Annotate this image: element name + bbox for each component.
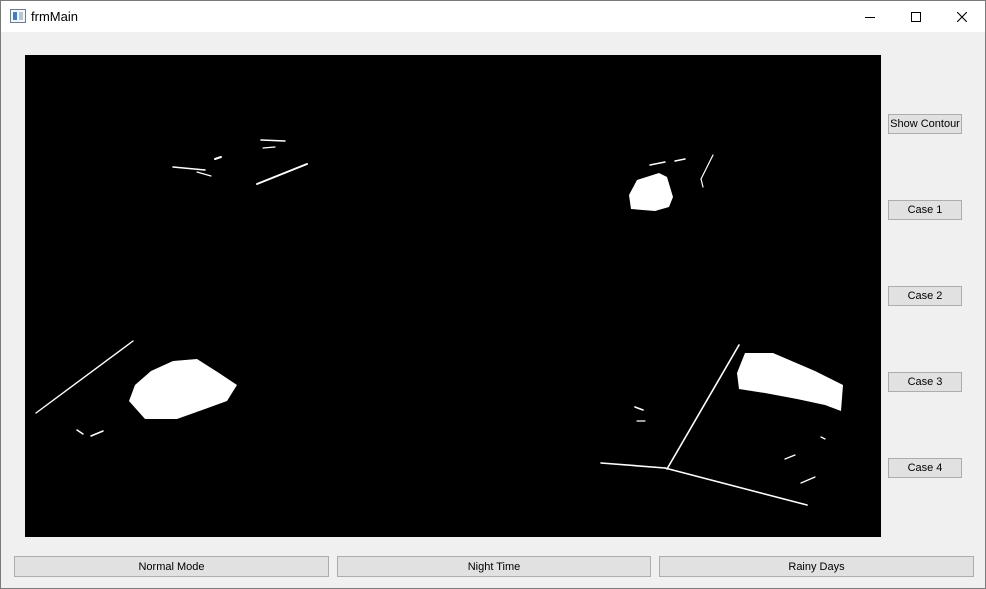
window-title: frmMain xyxy=(31,9,78,24)
binary-mask-image xyxy=(25,55,881,537)
case-4-button[interactable]: Case 4 xyxy=(888,458,962,478)
title-bar[interactable]: frmMain xyxy=(1,1,985,32)
night-time-button[interactable]: Night Time xyxy=(337,556,651,577)
close-button[interactable] xyxy=(939,1,985,32)
show-contour-button[interactable]: Show Contour xyxy=(888,114,962,134)
rainy-days-button[interactable]: Rainy Days xyxy=(659,556,974,577)
maximize-button[interactable] xyxy=(893,1,939,32)
normal-mode-button[interactable]: Normal Mode xyxy=(14,556,329,577)
case-3-button[interactable]: Case 3 xyxy=(888,372,962,392)
close-icon xyxy=(957,11,967,22)
case-1-button[interactable]: Case 1 xyxy=(888,200,962,220)
client-area: Show Contour Case 1 Case 2 Case 3 Case 4… xyxy=(1,32,985,588)
maximize-icon xyxy=(911,11,921,22)
main-window: frmMain Show Contour Case 1 Case 2 Case … xyxy=(0,0,986,589)
minimize-button[interactable] xyxy=(847,1,893,32)
case-2-button[interactable]: Case 2 xyxy=(888,286,962,306)
minimize-icon xyxy=(865,16,875,18)
app-icon xyxy=(10,9,26,23)
video-picture-box xyxy=(25,55,881,537)
